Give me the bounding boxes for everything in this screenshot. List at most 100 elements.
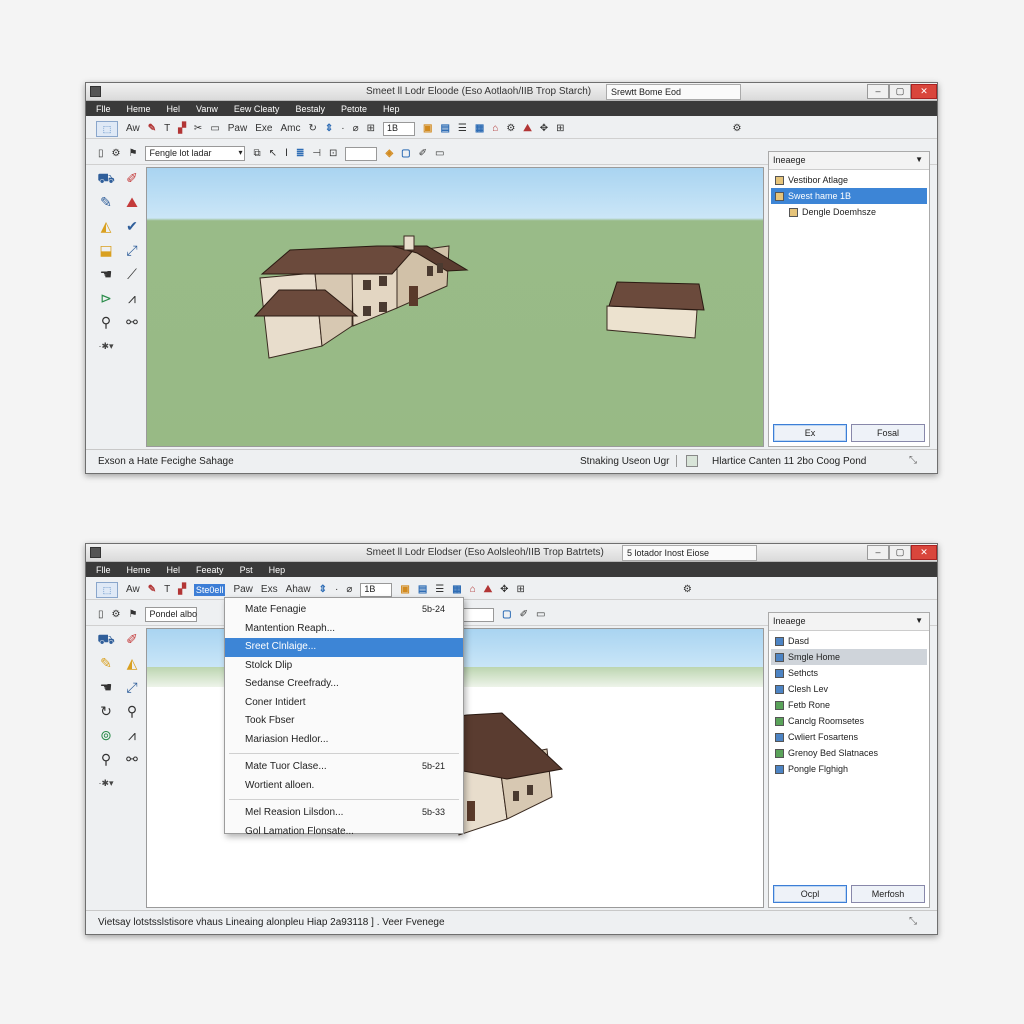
menu-help[interactable]: Hep — [267, 564, 288, 576]
eraser-icon[interactable]: ✐ — [120, 628, 144, 652]
resize-grip-icon[interactable]: ⤡ — [909, 455, 917, 466]
walk-icon[interactable]: ⚲ — [94, 311, 118, 335]
box-icon[interactable]: ▭ — [435, 148, 444, 159]
list-item[interactable]: Grenoy Bed Slatnaces — [771, 745, 927, 761]
text-icon[interactable]: ꓲ — [285, 148, 288, 159]
gear-icon[interactable]: ⚙ — [112, 148, 121, 159]
text-tool-icon[interactable]: T — [164, 584, 170, 595]
resize-grip-icon[interactable]: ⤡ — [909, 916, 917, 927]
list-item[interactable]: Fetb Rone — [771, 697, 927, 713]
toolbar-field[interactable]: 1B — [360, 582, 393, 597]
menu-home[interactable]: Heme — [125, 564, 153, 576]
menu-feeaty[interactable]: Feeaty — [194, 564, 226, 576]
menu-bestaly[interactable]: Bestaly — [293, 103, 327, 115]
dot-icon[interactable]: · — [335, 584, 338, 595]
exit-button[interactable]: Ex — [773, 424, 847, 442]
toolbar-ahaw[interactable]: Ahaw — [286, 584, 311, 595]
material-icon[interactable]: ▞ — [178, 584, 186, 595]
measure-icon[interactable]: ⟋ — [120, 263, 144, 287]
select-tool-icon[interactable]: ⬚ — [96, 120, 118, 137]
push-pull-icon[interactable]: ⛰ — [120, 191, 144, 215]
menu-view[interactable]: Vanw — [194, 103, 220, 115]
list-item[interactable]: Dengle Doemhsze — [771, 204, 927, 220]
stop-icon[interactable]: ▢ — [502, 609, 511, 620]
panel-header[interactable]: Ineaege ▼ — [769, 152, 929, 170]
check-icon[interactable]: ✔ — [120, 215, 144, 239]
section-icon[interactable]: ⊞ — [556, 123, 564, 134]
tag-icon[interactable]: ✥ — [500, 584, 508, 595]
title-tab[interactable]: 5 lotador Inost Eiose — [622, 545, 757, 561]
maximize-button[interactable]: ▢ — [889, 545, 911, 560]
pointer-icon[interactable]: ↖ — [269, 148, 277, 159]
scissors-icon[interactable]: ✂ — [194, 123, 202, 134]
align-icon[interactable]: ≣ — [296, 148, 304, 159]
bucket-icon[interactable]: ◈ — [385, 148, 393, 159]
minimize-button[interactable]: – — [867, 545, 889, 560]
menu-option[interactable]: Gol Lamation Flonsate... — [225, 823, 463, 842]
offset-icon[interactable]: ⊚ — [94, 724, 118, 748]
tape-icon[interactable]: ⌀ — [346, 584, 352, 595]
list-item[interactable]: Sethcts — [771, 665, 927, 681]
refresh-button[interactable]: Merfosh — [851, 885, 925, 903]
hand-icon[interactable]: ☚ — [94, 263, 118, 287]
panel-header[interactable]: Ineaege ▼ — [769, 613, 929, 631]
menu-option[interactable]: Stolck Dlip — [225, 657, 463, 676]
sandbox-icon[interactable]: ⛰ — [484, 584, 492, 595]
menu-petote[interactable]: Petote — [339, 103, 369, 115]
gear-icon[interactable]: ⚙ — [112, 609, 121, 620]
menu-option[interactable]: Coner Intidert — [225, 694, 463, 713]
close-button[interactable]: ✕ — [911, 545, 937, 560]
menu-option[interactable]: Mariasion Hedlor... — [225, 731, 463, 750]
material-icon[interactable]: ▞ — [178, 123, 186, 134]
frame-icon[interactable]: ⧉ — [253, 148, 260, 159]
menu-help[interactable]: Hep — [381, 103, 402, 115]
orbit-icon[interactable]: ⛟ — [94, 628, 118, 652]
walk-icon[interactable]: ⚲ — [94, 748, 118, 772]
box-icon[interactable]: ▭ — [536, 609, 545, 620]
list-item[interactable]: Clesh Lev — [771, 681, 927, 697]
warehouse-icon[interactable]: ⌂ — [492, 123, 498, 134]
geo-icon[interactable] — [686, 455, 698, 467]
stop-icon[interactable]: ▢ — [401, 148, 410, 159]
push-pull-icon[interactable]: ◭ — [120, 652, 144, 676]
toolbar-exe[interactable]: Exe — [255, 123, 272, 134]
sandbox-icon[interactable]: ⛰ — [523, 123, 531, 134]
menu-file[interactable]: Flle — [94, 103, 113, 115]
orbit-icon[interactable]: ⛟ — [94, 167, 118, 191]
layers-icon[interactable]: ☰ — [435, 584, 444, 595]
menu-option[interactable]: Mel Reasion Lilsdon... 5b-33 — [225, 804, 463, 823]
zoom-icon[interactable]: ⚲ — [120, 700, 144, 724]
bracket-icon[interactable]: ⊣ — [312, 148, 321, 159]
menu-option[interactable]: Mate Tuor Clase... 5b-21 — [225, 758, 463, 777]
ok-button[interactable]: Ocpl — [773, 885, 847, 903]
rotate-icon[interactable]: ↻ — [94, 700, 118, 724]
pin-icon[interactable]: ⚑ — [128, 609, 137, 620]
menu-pst[interactable]: Pst — [238, 564, 255, 576]
component-icon[interactable]: ▦ — [475, 123, 484, 134]
pan-icon[interactable]: ⚯ — [120, 748, 144, 772]
eraser-icon[interactable]: ✐ — [120, 167, 144, 191]
settings-icon[interactable]: ⚙ — [683, 584, 692, 595]
extension-icon[interactable]: ⚙ — [506, 123, 515, 134]
text-tool-icon[interactable]: T — [164, 123, 170, 134]
menu-option[interactable]: Took Fbser — [225, 712, 463, 731]
brush-icon[interactable]: ✐ — [520, 609, 528, 620]
pencil-icon[interactable]: ✎ — [94, 652, 118, 676]
toolbar-field[interactable]: 1B — [383, 121, 415, 136]
menu-option[interactable]: Mantention Reaph... — [225, 620, 463, 639]
dot-icon[interactable]: · — [341, 123, 344, 134]
image-icon[interactable]: ▤ — [440, 123, 449, 134]
tag-icon[interactable]: ✥ — [540, 123, 548, 134]
settings-icon[interactable]: ⚙ — [733, 123, 742, 134]
list-item[interactable]: Dasd — [771, 633, 927, 649]
dimension-field[interactable] — [345, 146, 378, 161]
more-tools-icon[interactable]: ·✱▾ — [94, 772, 118, 796]
brush-icon[interactable]: ✐ — [419, 148, 427, 159]
pencil-icon[interactable]: ✎ — [94, 191, 118, 215]
final-button[interactable]: Fosal — [851, 424, 925, 442]
paint-icon[interactable]: ✎ — [148, 123, 156, 134]
menu-hel[interactable]: Hel — [165, 103, 183, 115]
crop-icon[interactable]: ⊡ — [329, 148, 337, 159]
dimension-icon[interactable]: ⩘ — [120, 287, 144, 311]
menu-file[interactable]: Flle — [94, 564, 113, 576]
